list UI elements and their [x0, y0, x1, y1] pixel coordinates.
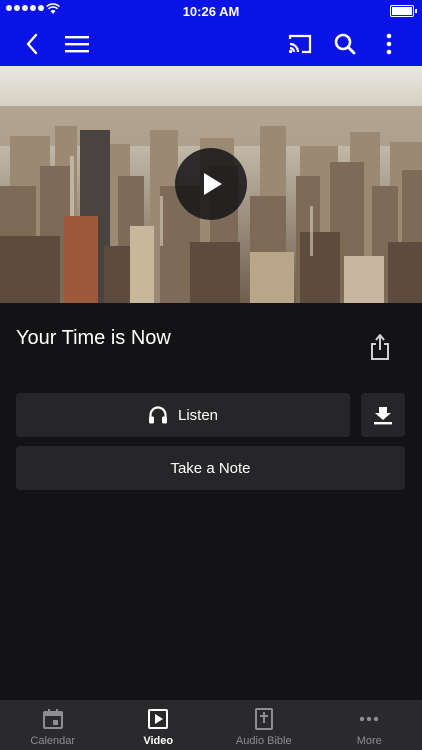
status-bar: 10:26 AM	[0, 0, 422, 22]
nav-bar	[0, 22, 422, 66]
share-button[interactable]	[364, 330, 396, 364]
chevron-left-icon	[26, 33, 38, 55]
listen-button[interactable]: Listen	[16, 393, 350, 437]
video-thumbnail[interactable]	[0, 66, 422, 303]
cast-button[interactable]	[278, 22, 322, 66]
sermon-title: Your Time is Now	[16, 327, 171, 349]
play-icon	[204, 173, 222, 195]
more-dots-icon	[360, 716, 379, 722]
download-icon	[374, 407, 392, 425]
tab-more[interactable]: More	[317, 700, 422, 750]
play-button[interactable]	[175, 148, 247, 220]
battery-icon	[390, 5, 417, 17]
hamburger-menu-icon	[65, 36, 89, 53]
video-play-icon	[148, 709, 169, 729]
tab-video-label: Video	[143, 735, 174, 747]
search-button[interactable]	[323, 22, 367, 66]
tab-calendar-label: Calendar	[30, 735, 76, 747]
tab-more-label: More	[356, 735, 382, 747]
share-icon	[371, 334, 389, 360]
calendar-icon	[42, 709, 63, 729]
search-icon	[334, 33, 356, 55]
headphones-icon	[148, 406, 167, 424]
download-button[interactable]	[361, 393, 405, 437]
menu-button[interactable]	[55, 22, 99, 66]
vertical-dots-icon	[386, 33, 392, 55]
cast-icon	[288, 34, 312, 54]
clock: 10:26 AM	[182, 4, 240, 19]
bible-icon	[254, 708, 273, 730]
tab-bar: Calendar Video Audio Bible More	[0, 700, 422, 750]
tab-audio-bible-label: Audio Bible	[235, 735, 292, 747]
listen-label: Listen	[177, 406, 219, 424]
take-note-label: Take a Note	[170, 459, 251, 477]
more-options-button[interactable]	[367, 22, 411, 66]
tab-video[interactable]: Video	[106, 700, 212, 750]
tab-audio-bible[interactable]: Audio Bible	[211, 700, 317, 750]
tab-calendar[interactable]: Calendar	[0, 700, 106, 750]
back-button[interactable]	[10, 22, 54, 66]
take-note-button[interactable]: Take a Note	[16, 446, 405, 490]
